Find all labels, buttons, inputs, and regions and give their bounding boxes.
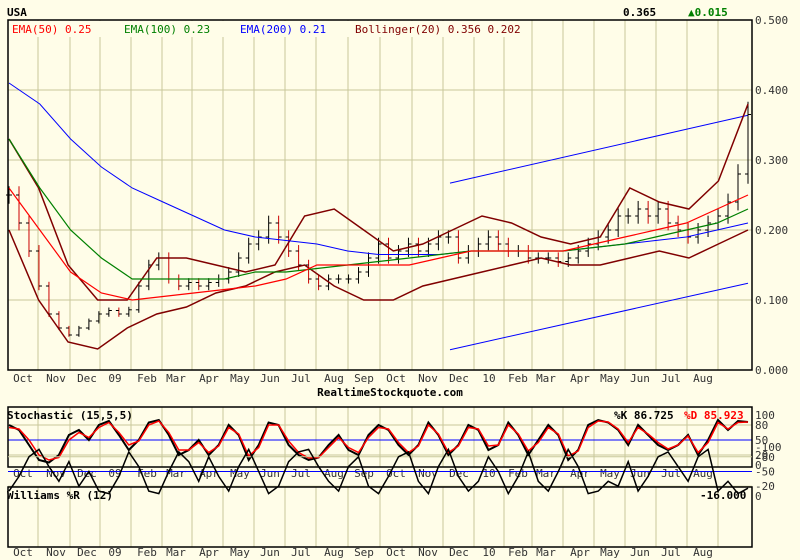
- legend-bollinger: Bollinger(20) 0.356 0.202: [355, 23, 521, 36]
- price-tick: 0.200: [755, 224, 788, 237]
- month-label: Nov: [46, 372, 66, 385]
- month-label: Mar: [536, 467, 556, 480]
- legend-ema50: EMA(50) 0.25: [12, 23, 91, 36]
- month-label: Sep: [354, 546, 374, 559]
- month-label: Jul: [291, 372, 311, 385]
- month-label: Jul: [661, 467, 681, 480]
- month-label: Apr: [199, 372, 219, 385]
- month-label: Jun: [260, 546, 280, 559]
- month-label: Mar: [166, 372, 186, 385]
- month-label: Oct: [386, 546, 406, 559]
- legend-ema100: EMA(100) 0.23: [124, 23, 210, 36]
- williams-tick: -100: [755, 441, 782, 454]
- x-axis-labels-williams: Oct Nov Dec 09 Feb Mar Apr May Jun Jul Aug Sep Oct No…: [13, 546, 713, 559]
- month-label: Jun: [630, 546, 650, 559]
- month-label: Aug: [693, 467, 713, 480]
- month-label: Jun: [630, 372, 650, 385]
- month-label: Aug: [324, 372, 344, 385]
- month-label: 10: [482, 467, 495, 480]
- month-label: Jun: [260, 372, 280, 385]
- month-label: Feb: [508, 546, 528, 559]
- stochastic-k-value: %K 86.725: [614, 409, 674, 422]
- month-label: Jul: [291, 467, 311, 480]
- month-label: Apr: [570, 546, 590, 559]
- month-label: Sep: [354, 372, 374, 385]
- month-label: May: [230, 372, 250, 385]
- month-label: Dec: [449, 372, 469, 385]
- last-price: 0.365: [623, 6, 656, 19]
- month-label: Dec: [449, 546, 469, 559]
- month-label: Oct: [386, 372, 406, 385]
- watermark: RealtimeStockquote.com: [317, 386, 463, 399]
- month-label: 10: [482, 372, 495, 385]
- month-label: Aug: [693, 546, 713, 559]
- month-label: Mar: [536, 546, 556, 559]
- month-label: Mar: [166, 467, 186, 480]
- month-label: Jul: [291, 546, 311, 559]
- x-axis-labels: Oct Nov Dec 09 Feb Mar Apr May Jun Jul Aug Sep Oct No…: [13, 372, 713, 385]
- stock-chart: USA 0.365 ▲0.015 EMA(50) 0.25 EMA(100) 0…: [0, 0, 800, 560]
- month-label: Dec: [77, 372, 97, 385]
- symbol-label: USA: [7, 6, 27, 19]
- month-label: May: [230, 467, 250, 480]
- month-label: Dec: [77, 546, 97, 559]
- month-label: 10: [482, 546, 495, 559]
- month-label: Feb: [137, 546, 157, 559]
- month-label: May: [230, 546, 250, 559]
- williams-title: Williams %R (12): [7, 489, 113, 502]
- month-label: May: [600, 546, 620, 559]
- month-label: Mar: [536, 372, 556, 385]
- price-tick: 0.400: [755, 84, 788, 97]
- price-tick: 0.500: [755, 14, 788, 27]
- legend-ema200: EMA(200) 0.21: [240, 23, 326, 36]
- month-label: Nov: [418, 372, 438, 385]
- month-label: May: [600, 372, 620, 385]
- williams-value: -16.000: [700, 489, 746, 502]
- month-label: 09: [108, 372, 121, 385]
- month-label: Jun: [260, 467, 280, 480]
- month-label: Jul: [661, 372, 681, 385]
- month-label: Oct: [13, 546, 33, 559]
- month-label: 09: [108, 546, 121, 559]
- month-label: Oct: [13, 372, 33, 385]
- williams-tick: -50: [755, 466, 775, 479]
- stochastic-title: Stochastic (15,5,5): [7, 409, 133, 422]
- stochastic-d-value: %D 85.923: [684, 409, 744, 422]
- price-tick: 0.100: [755, 294, 788, 307]
- price-tick: 0.300: [755, 154, 788, 167]
- price-tick: 0.000: [755, 364, 788, 377]
- month-label: Mar: [166, 546, 186, 559]
- month-label: Jul: [661, 546, 681, 559]
- month-label: Oct: [386, 467, 406, 480]
- month-label: Nov: [418, 546, 438, 559]
- month-label: Aug: [324, 546, 344, 559]
- price-change: ▲0.015: [688, 6, 728, 19]
- month-label: May: [600, 467, 620, 480]
- month-label: Feb: [137, 372, 157, 385]
- month-label: Nov: [46, 546, 66, 559]
- month-label: Apr: [570, 372, 590, 385]
- month-label: Apr: [199, 546, 219, 559]
- month-label: Feb: [508, 372, 528, 385]
- month-label: Aug: [693, 372, 713, 385]
- williams-tick: -20: [755, 480, 775, 493]
- stochastic-tick: 100: [755, 409, 775, 422]
